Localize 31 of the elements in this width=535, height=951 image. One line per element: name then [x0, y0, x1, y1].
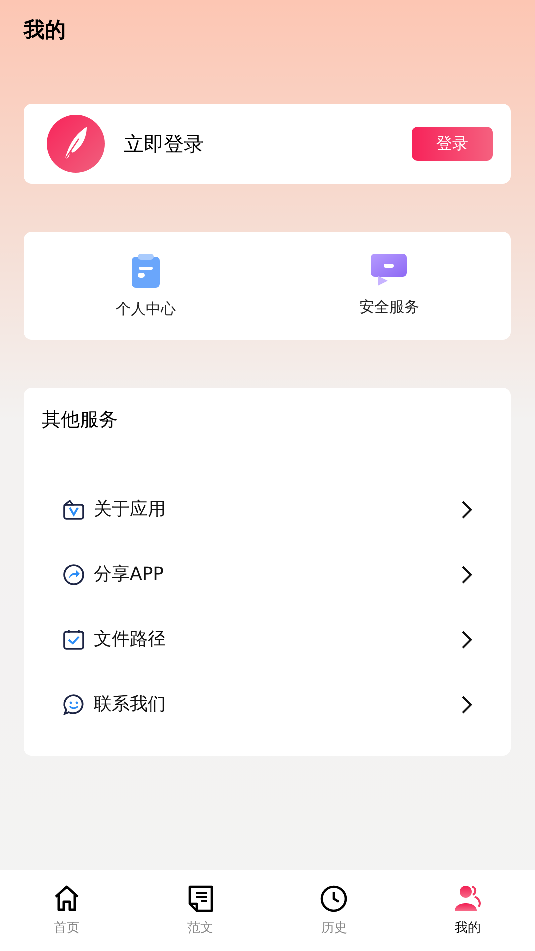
calendar-check-icon — [63, 628, 85, 650]
tab-label[interactable]: 历史 — [321, 920, 348, 938]
clock-icon — [319, 884, 350, 914]
page-title: 我的 — [24, 17, 67, 44]
chevron-right-icon — [461, 564, 473, 584]
box-v-icon — [63, 498, 85, 520]
section-title: 其他服务 — [42, 408, 119, 433]
chat-bubble-icon — [371, 254, 408, 286]
service-label: 关于应用 — [94, 498, 167, 522]
login-prompt: 立即登录 — [124, 131, 205, 158]
smile-chat-icon — [63, 694, 85, 716]
chevron-right-icon — [461, 500, 473, 520]
tab-label[interactable]: 我的 — [455, 920, 482, 938]
tab-label[interactable]: 首页 — [54, 920, 80, 938]
quick-action-label[interactable]: 个人中心 — [116, 298, 176, 320]
tab-label[interactable]: 范文 — [188, 920, 214, 938]
feather-avatar-icon — [47, 115, 105, 173]
quick-action-label[interactable]: 安全服务 — [359, 296, 420, 318]
service-label: 文件路径 — [94, 628, 167, 652]
service-item[interactable]: 联系我们 — [24, 672, 511, 737]
service-label: 分享APP — [94, 562, 166, 586]
chevron-right-icon — [461, 694, 473, 714]
share-icon — [63, 564, 85, 586]
service-item[interactable]: 关于应用 — [24, 477, 511, 542]
users-icon — [453, 884, 484, 914]
clipboard-icon — [130, 254, 161, 288]
service-item[interactable]: 文件路径 — [24, 607, 511, 672]
chevron-right-icon — [461, 630, 473, 650]
service-label: 联系我们 — [94, 692, 167, 716]
service-item[interactable]: 分享APP — [24, 542, 511, 607]
login-button[interactable]: 登录 — [412, 127, 493, 161]
